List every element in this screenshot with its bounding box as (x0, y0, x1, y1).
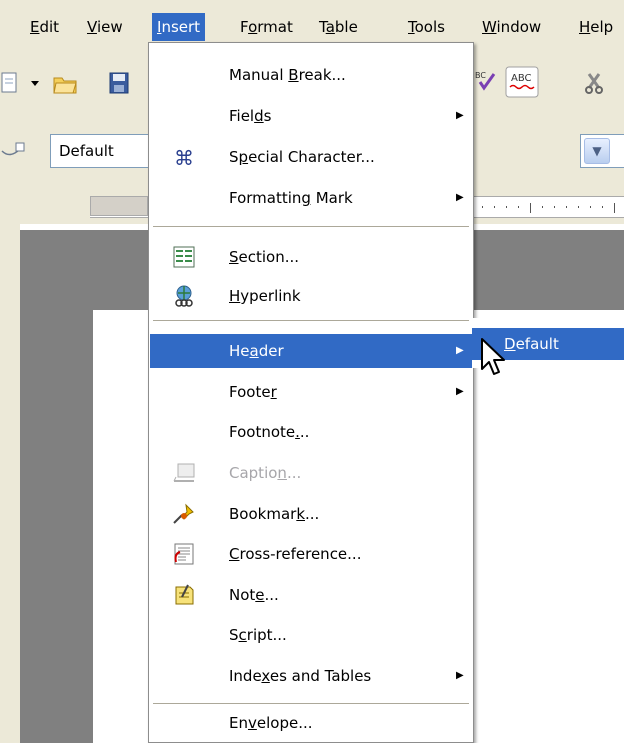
menu-table[interactable]: Table (314, 13, 363, 41)
svg-text:ABC: ABC (511, 73, 532, 84)
hyperlink-icon (175, 285, 193, 307)
ruler-margin (90, 196, 148, 216)
vertical-ruler (0, 224, 20, 743)
menu-item-special-character[interactable]: ⌘ Special Character... (150, 140, 472, 174)
menu-item-label: Envelope... (229, 714, 313, 732)
menu-item-header[interactable]: Header ▶ (150, 334, 472, 368)
chevron-down-icon[interactable]: ▼ (584, 138, 610, 164)
styles-icon[interactable] (0, 137, 26, 163)
paragraph-style-box[interactable]: Default (50, 134, 150, 168)
menu-item-section[interactable]: Section... (150, 240, 472, 274)
note-icon (175, 584, 194, 605)
insert-menu: Manual Break... Fields ▶ ⌘ Special Chara… (148, 42, 474, 743)
menu-separator (153, 703, 469, 704)
menu-format[interactable]: Format (235, 13, 298, 41)
svg-text:⌘: ⌘ (174, 146, 194, 169)
menu-item-note[interactable]: Note... (150, 578, 472, 612)
menu-help[interactable]: Help (574, 13, 618, 41)
menu-item-label: Note... (229, 586, 279, 604)
menu-item-label: Fields (229, 107, 272, 125)
caption-icon (173, 463, 195, 482)
menu-item-label: Indexes and Tables (229, 667, 372, 685)
menu-item-label: Footnote... (229, 423, 310, 441)
bookmark-icon (173, 503, 194, 524)
menu-item-script[interactable]: Script... (150, 618, 472, 652)
menu-item-label: Caption... (229, 464, 302, 482)
section-icon (173, 246, 195, 268)
menu-item-label: Special Character... (229, 148, 375, 166)
menu-window[interactable]: Window (477, 13, 546, 41)
spellcheck-icon[interactable]: BC (474, 68, 498, 94)
menu-item-footnote[interactable]: Footnote... (150, 415, 472, 449)
menu-tools[interactable]: Tools (403, 13, 450, 41)
menu-edit[interactable]: Edit (25, 13, 64, 41)
menu-item-bookmark[interactable]: Bookmark... (150, 497, 472, 531)
menu-item-envelope[interactable]: Envelope... (150, 706, 472, 740)
menu-item-label: Hyperlink (229, 287, 301, 305)
menu-item-hyperlink[interactable]: Hyperlink (150, 279, 472, 313)
menu-item-cross-reference[interactable]: Cross-reference... (150, 537, 472, 571)
menu-item-caption: Caption... (150, 456, 472, 490)
menu-item-indexes-and-tables[interactable]: Indexes and Tables ▶ (150, 659, 472, 693)
submenu-arrow-icon: ▶ (456, 110, 464, 121)
submenu-item-label: Default (504, 335, 559, 353)
menu-item-label: Footer (229, 383, 277, 401)
autospellcheck-icon[interactable]: ABC (505, 66, 539, 98)
menu-item-label: Bookmark... (229, 505, 320, 523)
special-character-icon: ⌘ (174, 146, 194, 169)
cut-icon[interactable] (583, 70, 605, 96)
menu-item-label: Header (229, 342, 284, 360)
submenu-arrow-icon: ▶ (456, 386, 464, 397)
menu-view[interactable]: View (82, 13, 128, 41)
new-document-icon[interactable] (0, 70, 26, 96)
menu-item-label: Script... (229, 626, 287, 644)
menu-separator (153, 320, 469, 321)
submenu-arrow-icon: ▶ (456, 345, 464, 356)
menu-insert[interactable]: Insert (152, 13, 206, 41)
menu-item-manual-break[interactable]: Manual Break... (150, 58, 472, 92)
menu-item-footer[interactable]: Footer ▶ (150, 375, 472, 409)
menu-item-label: Formatting Mark (229, 189, 353, 207)
open-folder-icon[interactable] (52, 70, 78, 96)
submenu-arrow-icon: ▶ (456, 192, 464, 203)
menu-item-label: Cross-reference... (229, 545, 362, 563)
menu-item-label: Manual Break... (229, 66, 346, 84)
submenu-arrow-icon: ▶ (456, 670, 464, 681)
cross-reference-icon (174, 543, 194, 565)
chevron-down-icon[interactable] (28, 74, 42, 92)
menu-item-formatting-mark[interactable]: Formatting Mark ▶ (150, 181, 472, 215)
mouse-cursor-icon (481, 338, 505, 375)
svg-text:BC: BC (475, 71, 486, 80)
menu-item-label: Section... (229, 248, 300, 266)
menu-separator (153, 226, 469, 227)
menu-item-fields[interactable]: Fields ▶ (150, 99, 472, 133)
save-icon[interactable] (108, 70, 130, 96)
